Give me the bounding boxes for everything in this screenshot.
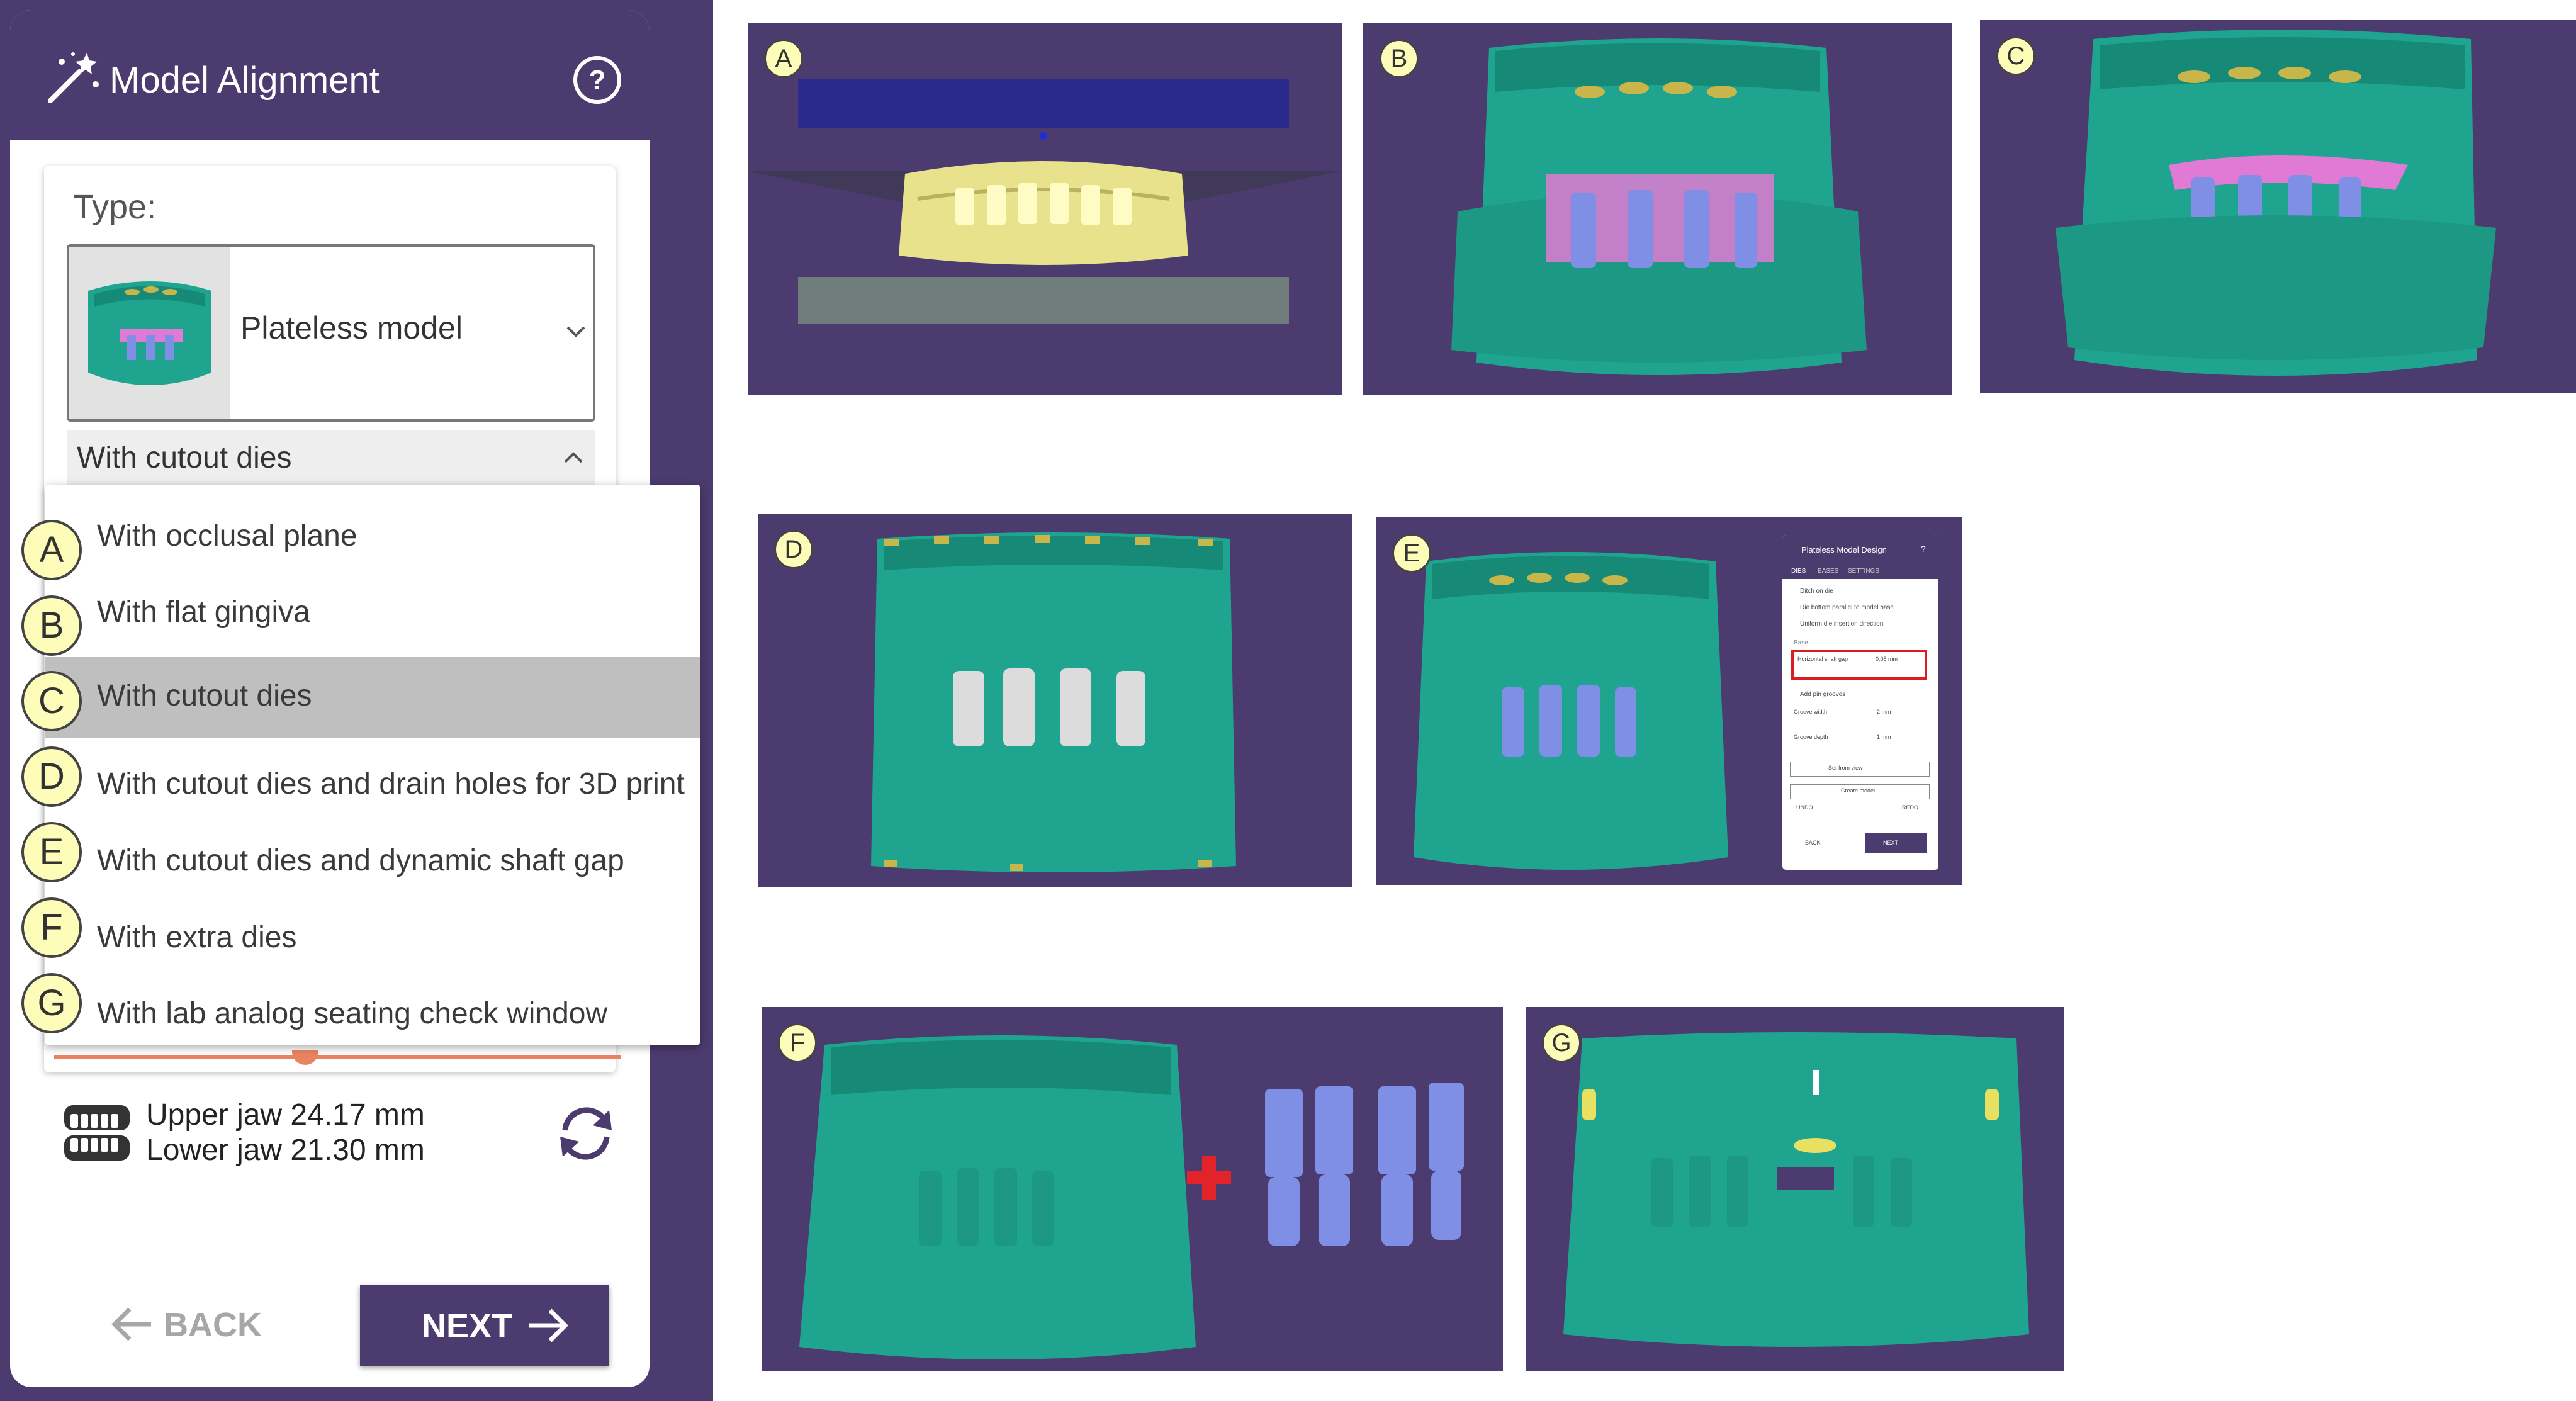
mini-check-label: Uniform die insertion direction [1800,621,1884,627]
back-label: BACK [164,1306,262,1344]
option-label: With cutout dies and dynamic shaft gap [97,844,624,877]
option-dynamic-shaft-gap[interactable]: With cutout dies and dynamic shaft gap [45,819,700,900]
option-lab-analog-window[interactable]: With lab analog seating check window [45,972,700,1053]
preview-label-g: G [1542,1023,1581,1062]
badge-c: C [21,671,82,731]
mini-design-dialog: Plateless Model Design ? DIES BASES SETT… [1782,535,1938,870]
preview-label-c: C [1996,37,2035,76]
undo-button[interactable]: UNDO [1796,804,1813,811]
preview-label-d: D [774,530,813,569]
lower-jaw-height: Lower jaw 21.30 mm [146,1134,425,1167]
chevron-down-icon [566,326,585,337]
option-flat-gingiva[interactable]: With flat gingiva [45,571,700,651]
mini-tab[interactable]: DIES [1791,568,1806,575]
badge-e: E [21,822,82,882]
preview-d-drain-holes: D [758,514,1352,887]
preview-e-dynamic-shaft-gap: E Plateless Model Design ? DIES BASES SE… [1376,517,1962,885]
svg-text:?: ? [589,65,606,96]
option-label: With cutout dies and drain holes for 3D … [97,767,685,801]
option-label: With lab analog seating check window [97,997,608,1030]
option-cutout-dies-drain-holes[interactable]: With cutout dies and drain holes for 3D … [45,743,700,823]
upper-jaw-height: Upper jaw 24.17 mm [146,1098,425,1132]
badge-a: A [21,520,82,580]
next-label: NEXT [422,1307,513,1345]
preview-c-cutout-dies: C [1980,20,2576,393]
magic-wand-icon [48,52,99,103]
shaft-gap-highlight: Horizontal shaft gap 0.08 mm [1791,650,1927,680]
panel-header: Model Alignment ? [10,10,650,140]
preview-f-extra-dies: F [762,1007,1503,1371]
option-label: With extra dies [97,921,297,954]
option-label: With flat gingiva [97,595,310,629]
redo-button[interactable]: REDO [1902,804,1918,811]
preview-label-f: F [778,1023,817,1062]
mini-tab[interactable]: SETTINGS [1848,568,1879,575]
preview-label-a: A [764,39,803,78]
mini-dialog-title: Plateless Model Design [1801,545,1887,554]
badge-b: B [21,595,82,656]
arrow-right-icon [529,1308,568,1342]
variant-select[interactable]: With cutout dies [67,430,595,490]
option-label: With cutout dies [97,679,312,712]
swap-jaws-icon[interactable] [551,1099,621,1168]
slider-track [54,1055,621,1059]
option-extra-dies[interactable]: With extra dies [45,896,700,977]
mini-dialog-header: Plateless Model Design ? [1782,535,1938,565]
mini-tabs: DIES BASES SETTINGS [1782,565,1938,579]
create-model-button[interactable]: Create model [1790,784,1930,799]
set-from-view-button[interactable]: Set from view [1790,762,1930,777]
set-from-view-label: Set from view [1828,765,1863,771]
preview-b-flat-gingiva: B [1363,23,1952,395]
groove-depth-value[interactable]: 1 mm [1877,734,1891,740]
mini-next-label: NEXT [1883,840,1899,846]
next-button[interactable]: NEXT [360,1285,609,1366]
preview-g-lab-analog-window: G [1526,1007,2064,1371]
help-icon[interactable]: ? [1921,544,1926,554]
mini-tab[interactable]: BASES [1818,568,1838,575]
chevron-up-icon [564,452,583,463]
badge-g: G [21,973,82,1033]
preview-label-b: B [1380,39,1419,78]
shaft-gap-value[interactable]: 0.08 mm [1876,656,1898,662]
shaft-gap-label: Horizontal shaft gap [1797,656,1848,662]
pin-grooves-label: Add pin grooves [1800,691,1846,698]
mini-base-label: Base [1794,639,1808,646]
badge-d: D [21,746,82,807]
variant-value: With cutout dies [77,441,292,475]
jaw-teeth-icon [64,1105,130,1161]
badge-f: F [21,897,82,958]
mini-next-button[interactable]: NEXT [1865,833,1927,853]
groove-width-value[interactable]: 2 mm [1877,709,1891,715]
option-occlusal-plane[interactable]: With occlusal plane [45,495,700,575]
create-model-label: Create model [1841,787,1876,794]
mini-check-label: Ditch on die [1800,588,1833,595]
groove-depth-label: Groove depth [1794,734,1828,740]
mini-check-label: Die bottom parallel to model base [1800,604,1894,611]
type-label: Type: [73,188,157,226]
panel-title: Model Alignment [110,60,380,101]
help-icon[interactable]: ? [571,54,623,106]
variant-dropdown-menu: With occlusal plane With flat gingiva Wi… [45,485,700,1045]
groove-width-label: Groove width [1794,709,1828,715]
preview-a-occlusal-plane: A [748,23,1342,395]
model-type-select[interactable]: Plateless model [67,244,595,422]
model-type-value: Plateless model [240,310,463,346]
arrow-left-icon [111,1307,151,1341]
model-thumbnail [69,247,230,419]
option-cutout-dies[interactable]: With cutout dies [45,657,700,738]
option-label: With occlusal plane [97,519,357,553]
mini-back-button[interactable]: BACK [1805,840,1821,846]
preview-label-e: E [1392,534,1431,573]
back-button[interactable]: BACK [111,1294,262,1354]
